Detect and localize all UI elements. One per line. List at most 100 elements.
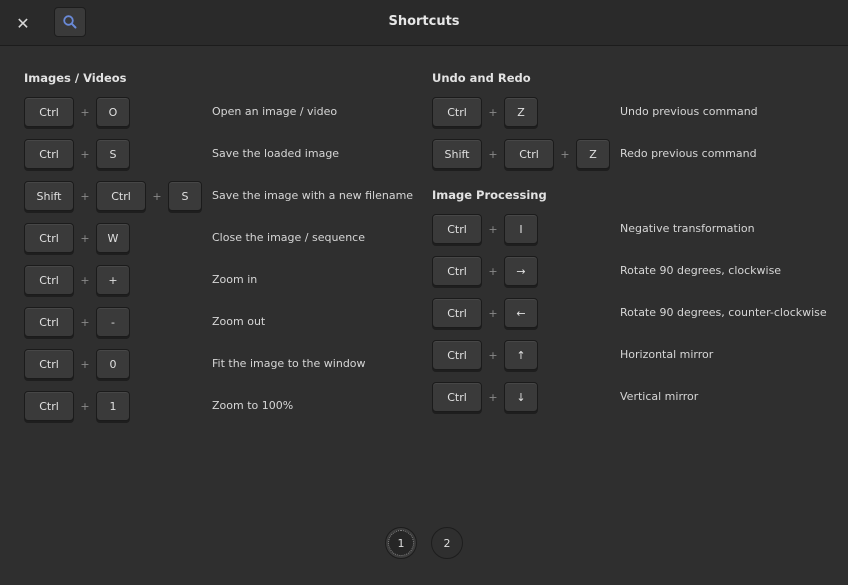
keycap: O (96, 97, 130, 127)
shortcut-description: Rotate 90 degrees, counter-clockwise (620, 306, 827, 319)
shortcut-description: Redo previous command (620, 147, 757, 160)
shortcut-description: Save the loaded image (212, 147, 340, 160)
keycap: I (504, 214, 538, 244)
key-combo: Shift + Ctrl + Z (432, 139, 610, 169)
keycap: → (504, 256, 538, 286)
shortcut-row: Ctrl + ↓ Vertical mirror (432, 382, 842, 424)
shortcut-description: Zoom to 100% (212, 399, 294, 412)
shortcut-description: Save the image with a new filename (212, 189, 414, 202)
shortcut-list: Ctrl + O Open an image / video Ctrl + S Save th… (24, 97, 424, 433)
plus-separator: + (80, 399, 90, 413)
keycap: Z (504, 97, 538, 127)
header-bar: ✕ Shortcuts (0, 0, 848, 46)
plus-separator: + (488, 264, 498, 278)
keycap: Ctrl (24, 307, 74, 337)
keycap: Ctrl (24, 223, 74, 253)
keycap: Ctrl (24, 139, 74, 169)
page-switcher: 1 2 (0, 527, 848, 559)
shortcut-row: Ctrl + W Close the image / sequence (24, 223, 424, 265)
keycap: 0 (96, 349, 130, 379)
shortcut-row: Ctrl + S Save the loaded image (24, 139, 424, 181)
keycap: Ctrl (432, 340, 482, 370)
keycap: Shift (24, 181, 74, 211)
plus-separator: + (80, 357, 90, 371)
shortcut-description: Rotate 90 degrees, clockwise (620, 264, 782, 277)
shortcut-description: Zoom in (212, 273, 258, 286)
shortcut-row: Ctrl +0 Fit the image to the window (24, 349, 424, 391)
plus-separator: + (80, 273, 90, 287)
plus-separator: + (80, 189, 90, 203)
key-combo: Shift + Ctrl + S (24, 181, 202, 211)
keycap: Ctrl (24, 265, 74, 295)
key-combo: Ctrl + ↓ (432, 382, 538, 412)
column-right: Undo and Redo Ctrl + Z Undo previous comman… (432, 70, 842, 424)
key-combo: Ctrl +0 (24, 349, 130, 379)
plus-separator: + (80, 105, 90, 119)
shortcut-description: Undo previous command (620, 105, 758, 118)
keycap: Shift (432, 139, 482, 169)
keycap: S (96, 139, 130, 169)
keycap: Z (576, 139, 610, 169)
shortcut-row: Ctrl + Z Undo previous command (432, 97, 842, 139)
shortcut-description: Zoom out (212, 315, 266, 328)
keycap: Ctrl (504, 139, 554, 169)
key-combo: Ctrl + I (432, 214, 538, 244)
page-2-button[interactable]: 2 (431, 527, 463, 559)
shortcut-row: Ctrl + ↑ Horizontal mirror (432, 340, 842, 382)
key-combo: Ctrl + S (24, 139, 130, 169)
shortcut-row: Ctrl + - Zoom out (24, 307, 424, 349)
keycap: Ctrl (432, 382, 482, 412)
key-combo: Ctrl + O (24, 97, 130, 127)
shortcut-row: Ctrl + O Open an image / video (24, 97, 424, 139)
key-combo: Ctrl + + (24, 265, 130, 295)
keycap: ↑ (504, 340, 538, 370)
keycap: ← (504, 298, 538, 328)
page-1-button[interactable]: 1 (385, 527, 417, 559)
shortcut-row: Ctrl + → Rotate 90 degrees, clockwise (432, 256, 842, 298)
keycap: Ctrl (432, 214, 482, 244)
keycap: Ctrl (24, 349, 74, 379)
shortcut-row: Shift + Ctrl + S Save the image with a new fi… (24, 181, 424, 223)
key-combo: Ctrl +1 (24, 391, 130, 421)
keycap: Ctrl (432, 97, 482, 127)
keycap: Ctrl (24, 391, 74, 421)
plus-separator: + (152, 189, 162, 203)
section-title-images: Images / Videos (24, 71, 127, 85)
key-combo: Ctrl + W (24, 223, 130, 253)
plus-separator: + (80, 231, 90, 245)
plus-separator: + (488, 222, 498, 236)
keycap: + (96, 265, 130, 295)
section-title-processing: Image Processing (432, 188, 547, 202)
keycap: S (168, 181, 202, 211)
plus-separator: + (488, 147, 498, 161)
plus-separator: + (488, 390, 498, 404)
shortcut-list: Ctrl + I Negative transformation Ctrl + → Rotat… (432, 214, 842, 424)
plus-separator: + (80, 315, 90, 329)
shortcut-row: Ctrl + ← Rotate 90 degrees, counter-clockwi… (432, 298, 842, 340)
section-title-undo: Undo and Redo (432, 71, 531, 85)
keycap: Ctrl (24, 97, 74, 127)
plus-separator: + (488, 348, 498, 362)
plus-separator: + (80, 147, 90, 161)
shortcut-row: Ctrl +1 Zoom to 100% (24, 391, 424, 433)
keycap: W (96, 223, 130, 253)
keycap: 1 (96, 391, 130, 421)
shortcut-row: Ctrl + + Zoom in (24, 265, 424, 307)
key-combo: Ctrl + Z (432, 97, 538, 127)
column-left: Images / Videos Ctrl + O Open an image / vi… (24, 70, 424, 433)
plus-separator: + (488, 105, 498, 119)
shortcut-row: Shift + Ctrl + Z Redo previous command (432, 139, 842, 181)
shortcut-description: Fit the image to the window (212, 357, 366, 370)
keycap: Ctrl (96, 181, 146, 211)
keycap: - (96, 307, 130, 337)
shortcut-description: Vertical mirror (620, 390, 699, 403)
key-combo: Ctrl + → (432, 256, 538, 286)
keycap: ↓ (504, 382, 538, 412)
plus-separator: + (560, 147, 570, 161)
shortcut-description: Close the image / sequence (212, 231, 365, 244)
shortcut-row: Ctrl + I Negative transformation (432, 214, 842, 256)
keycap: Ctrl (432, 256, 482, 286)
shortcut-description: Horizontal mirror (620, 348, 714, 361)
shortcut-description: Open an image / video (212, 105, 338, 118)
plus-separator: + (488, 306, 498, 320)
